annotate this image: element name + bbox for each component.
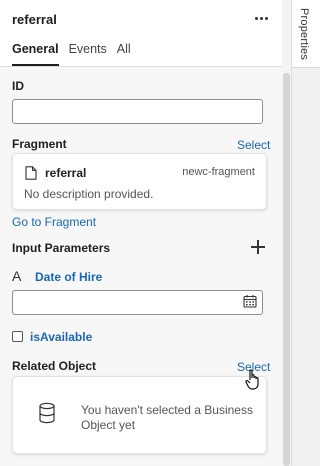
param-name-date-of-hire[interactable]: Date of Hire [35,270,102,284]
related-object-empty-card: You haven't selected a Business Object y… [12,376,267,454]
tab-general[interactable]: General [12,42,59,66]
fragment-description: No description provided. [24,187,154,201]
date-of-hire-input[interactable] [12,290,263,315]
properties-rail-tab[interactable]: Properties [292,0,320,68]
document-icon [25,166,37,180]
tab-all[interactable]: All [117,42,131,66]
tab-events[interactable]: Events [69,42,107,66]
id-input[interactable] [12,99,263,124]
right-rail: Properties [291,0,320,466]
properties-rail-tab-label: Properties [298,8,310,61]
fragment-card[interactable]: referral newc-fragment No description pr… [12,153,267,210]
properties-panel: referral General Events All ID Fragment … [0,0,282,466]
id-label: ID [12,79,24,93]
is-available-checkbox[interactable] [12,331,23,342]
input-parameters-label: Input Parameters [12,241,111,255]
fragment-select-link[interactable]: Select [237,138,270,152]
fragment-label: Fragment [12,137,67,151]
related-object-label: Related Object [12,359,97,373]
calendar-icon[interactable] [243,294,257,308]
scrollbar-thumb[interactable] [283,73,290,466]
more-horizontal-icon[interactable] [250,8,272,28]
go-to-fragment-link[interactable]: Go to Fragment [12,215,96,229]
hand-pointer-icon [245,369,259,390]
plus-icon[interactable] [251,240,265,254]
fragment-name: referral [45,166,87,180]
related-object-empty-text: You haven't selected a Business Object y… [81,403,253,432]
tab-bar: General Events All [12,42,131,66]
database-icon [39,402,55,424]
text-type-icon: A [12,268,22,284]
fragment-tag: newc-fragment [182,166,255,178]
is-available-label[interactable]: isAvailable [30,330,92,344]
panel-title: referral [12,12,57,27]
